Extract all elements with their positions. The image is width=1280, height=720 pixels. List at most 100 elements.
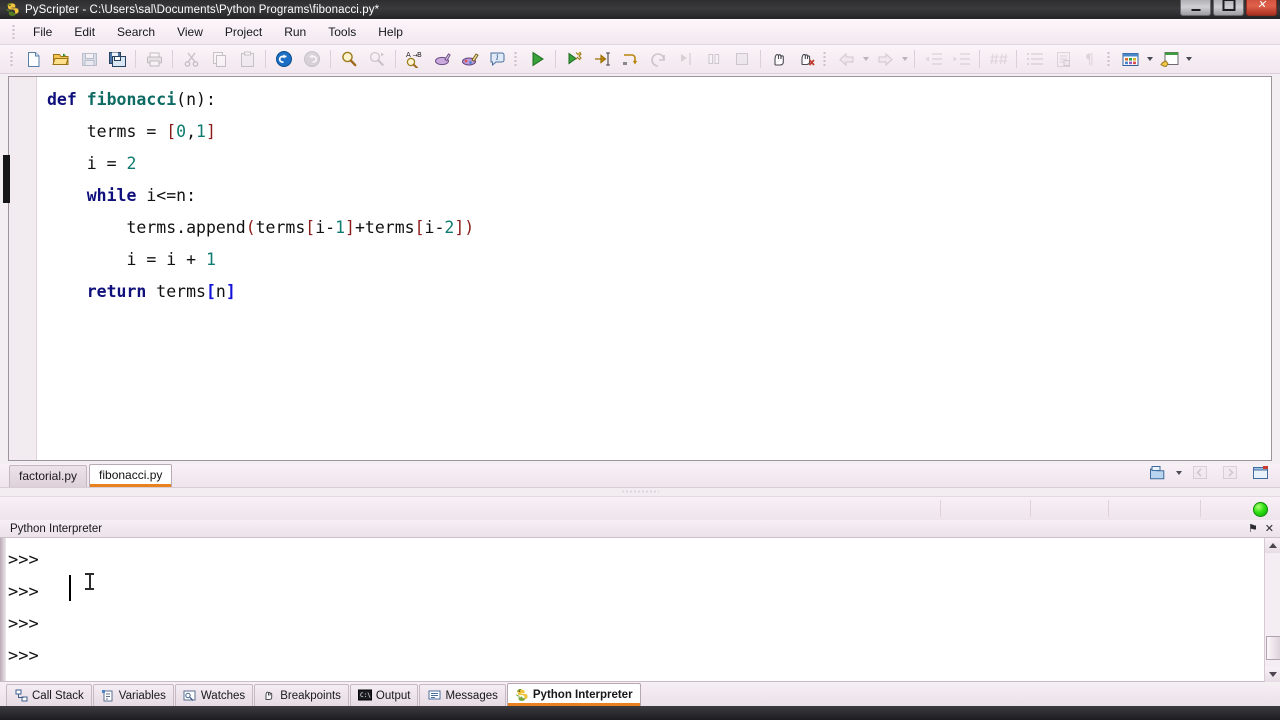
save-all-icon[interactable] — [104, 47, 130, 72]
code-line: while i<=n: — [47, 186, 197, 205]
find-icon[interactable] — [336, 47, 362, 72]
run-to-cursor-icon[interactable] — [673, 47, 699, 72]
close-button[interactable]: ✕ — [1246, 0, 1277, 16]
code-explorer-icon[interactable]: i — [485, 47, 511, 72]
print-icon[interactable] — [141, 47, 167, 72]
find-next-icon[interactable] — [364, 47, 390, 72]
menu-view[interactable]: View — [167, 21, 213, 43]
bottom-tab-call-stack[interactable]: Call Stack — [6, 684, 92, 706]
menu-tools[interactable]: Tools — [318, 21, 366, 43]
show-whitespace-icon[interactable]: ¶ — [1078, 47, 1104, 72]
scroll-down-arrow[interactable] — [1265, 667, 1280, 682]
toolbar-separator — [265, 50, 266, 68]
close-panel-icon[interactable]: ✕ — [1265, 523, 1274, 534]
editor-gutter[interactable] — [3, 77, 37, 460]
bottom-tab-breakpoints[interactable]: Breakpoints — [254, 684, 349, 706]
editor-panel-splitter[interactable] — [0, 488, 1280, 496]
svg-text:¶: ¶ — [1085, 52, 1094, 67]
layout-icon[interactable] — [1117, 47, 1143, 72]
splitter-grip[interactable] — [621, 490, 659, 493]
bottom-tab-python-interpreter[interactable]: Python Interpreter — [506, 683, 641, 706]
scroll-up-arrow[interactable] — [1265, 538, 1280, 553]
todo-list-icon[interactable] — [1022, 47, 1048, 72]
menu-run[interactable]: Run — [274, 21, 316, 43]
comment-icon[interactable] — [985, 47, 1011, 72]
code-line: return terms[n] — [47, 282, 236, 301]
toolbar-drag-grip[interactable] — [514, 50, 517, 68]
pyscripter-icon — [5, 2, 20, 17]
console-line: >>> — [8, 582, 49, 602]
unindent-icon[interactable] — [920, 47, 946, 72]
breakpoints-icon — [262, 689, 276, 703]
step-into-icon[interactable] — [589, 47, 615, 72]
save-file-icon[interactable] — [76, 47, 102, 72]
minimize-button[interactable] — [1180, 0, 1211, 16]
toolbar-drag-grip[interactable] — [10, 50, 13, 68]
menu-drag-grip[interactable] — [12, 23, 15, 40]
mouse-ibeam-cursor — [85, 573, 94, 590]
next-tab-icon[interactable] — [1217, 460, 1243, 485]
options-icon[interactable] — [1156, 47, 1182, 72]
indent-icon[interactable] — [948, 47, 974, 72]
file-list-dropdown[interactable] — [1173, 461, 1184, 484]
close-tab-icon[interactable] — [1247, 460, 1273, 485]
menu-project[interactable]: Project — [215, 21, 272, 43]
code-template-icon[interactable] — [1050, 47, 1076, 72]
toolbar-separator — [172, 50, 173, 68]
highlight-icon[interactable] — [429, 47, 455, 72]
previous-tab-icon[interactable] — [1187, 460, 1213, 485]
code-line: i = i + 1 — [47, 250, 216, 269]
stop-icon[interactable] — [729, 47, 755, 72]
pin-icon[interactable]: ⚑ — [1248, 523, 1258, 534]
find-replace-icon[interactable]: A → B — [401, 47, 427, 72]
bottom-tab-variables[interactable]: Variables — [92, 684, 174, 706]
code-text[interactable]: def fibonacci(n): terms = [0,1] i = 2 wh… — [37, 77, 1271, 460]
toolbar-drag-grip[interactable] — [1107, 50, 1110, 68]
menu-help[interactable]: Help — [368, 21, 413, 43]
menu-edit[interactable]: Edit — [64, 21, 105, 43]
options-dropdown[interactable] — [1183, 48, 1194, 71]
status-separator — [1030, 500, 1031, 517]
toggle-breakpoint-icon[interactable] — [766, 47, 792, 72]
python-interpreter-console[interactable]: >>> >>> >>> >>> — [0, 538, 1280, 682]
redo-icon[interactable] — [299, 47, 325, 72]
step-over-icon[interactable] — [617, 47, 643, 72]
navigate-back-icon[interactable] — [833, 47, 859, 72]
undo-icon[interactable] — [271, 47, 297, 72]
console-scrollbar[interactable] — [1264, 538, 1280, 682]
navigate-forward-icon[interactable] — [872, 47, 898, 72]
copy-icon[interactable] — [206, 47, 232, 72]
syntax-check-icon[interactable] — [457, 47, 483, 72]
run-icon[interactable] — [524, 47, 550, 72]
clear-breakpoints-icon[interactable] — [794, 47, 820, 72]
console-lines[interactable]: >>> >>> >>> >>> — [8, 544, 1262, 681]
maximize-button[interactable] — [1213, 0, 1244, 16]
layout-dropdown[interactable] — [1144, 48, 1155, 71]
open-folder-dropdown-icon[interactable] — [1144, 460, 1170, 485]
toolbar-drag-grip[interactable] — [823, 50, 826, 68]
panel-title: Python Interpreter — [10, 522, 103, 535]
bottom-tab-messages[interactable]: Messages — [419, 684, 506, 706]
paste-icon[interactable] — [234, 47, 260, 72]
navigate-forward-dropdown[interactable] — [899, 48, 910, 71]
open-file-icon[interactable] — [48, 47, 74, 72]
python-icon — [515, 688, 529, 702]
bottom-tab-label: Python Interpreter — [532, 689, 633, 701]
debug-icon[interactable] — [561, 47, 587, 72]
code-line: def fibonacci(n): — [47, 90, 216, 109]
code-editor[interactable]: def fibonacci(n): terms = [0,1] i = 2 wh… — [3, 76, 1272, 461]
messages-icon — [427, 689, 441, 703]
cut-icon[interactable] — [178, 47, 204, 72]
navigate-back-dropdown[interactable] — [860, 48, 871, 71]
menu-search[interactable]: Search — [107, 21, 165, 43]
bottom-tab-watches[interactable]: Watches — [174, 684, 254, 706]
toolbar-separator — [555, 50, 556, 68]
bottom-tab-output[interactable]: C:\ Output — [349, 684, 419, 706]
file-tab-fibonacci[interactable]: fibonacci.py — [89, 464, 173, 487]
new-file-icon[interactable] — [20, 47, 46, 72]
pause-icon[interactable] — [701, 47, 727, 72]
menu-file[interactable]: File — [23, 21, 62, 43]
file-tab-factorial[interactable]: factorial.py — [9, 465, 88, 487]
scrollbar-thumb[interactable] — [1266, 636, 1280, 660]
step-out-icon[interactable] — [645, 47, 671, 72]
